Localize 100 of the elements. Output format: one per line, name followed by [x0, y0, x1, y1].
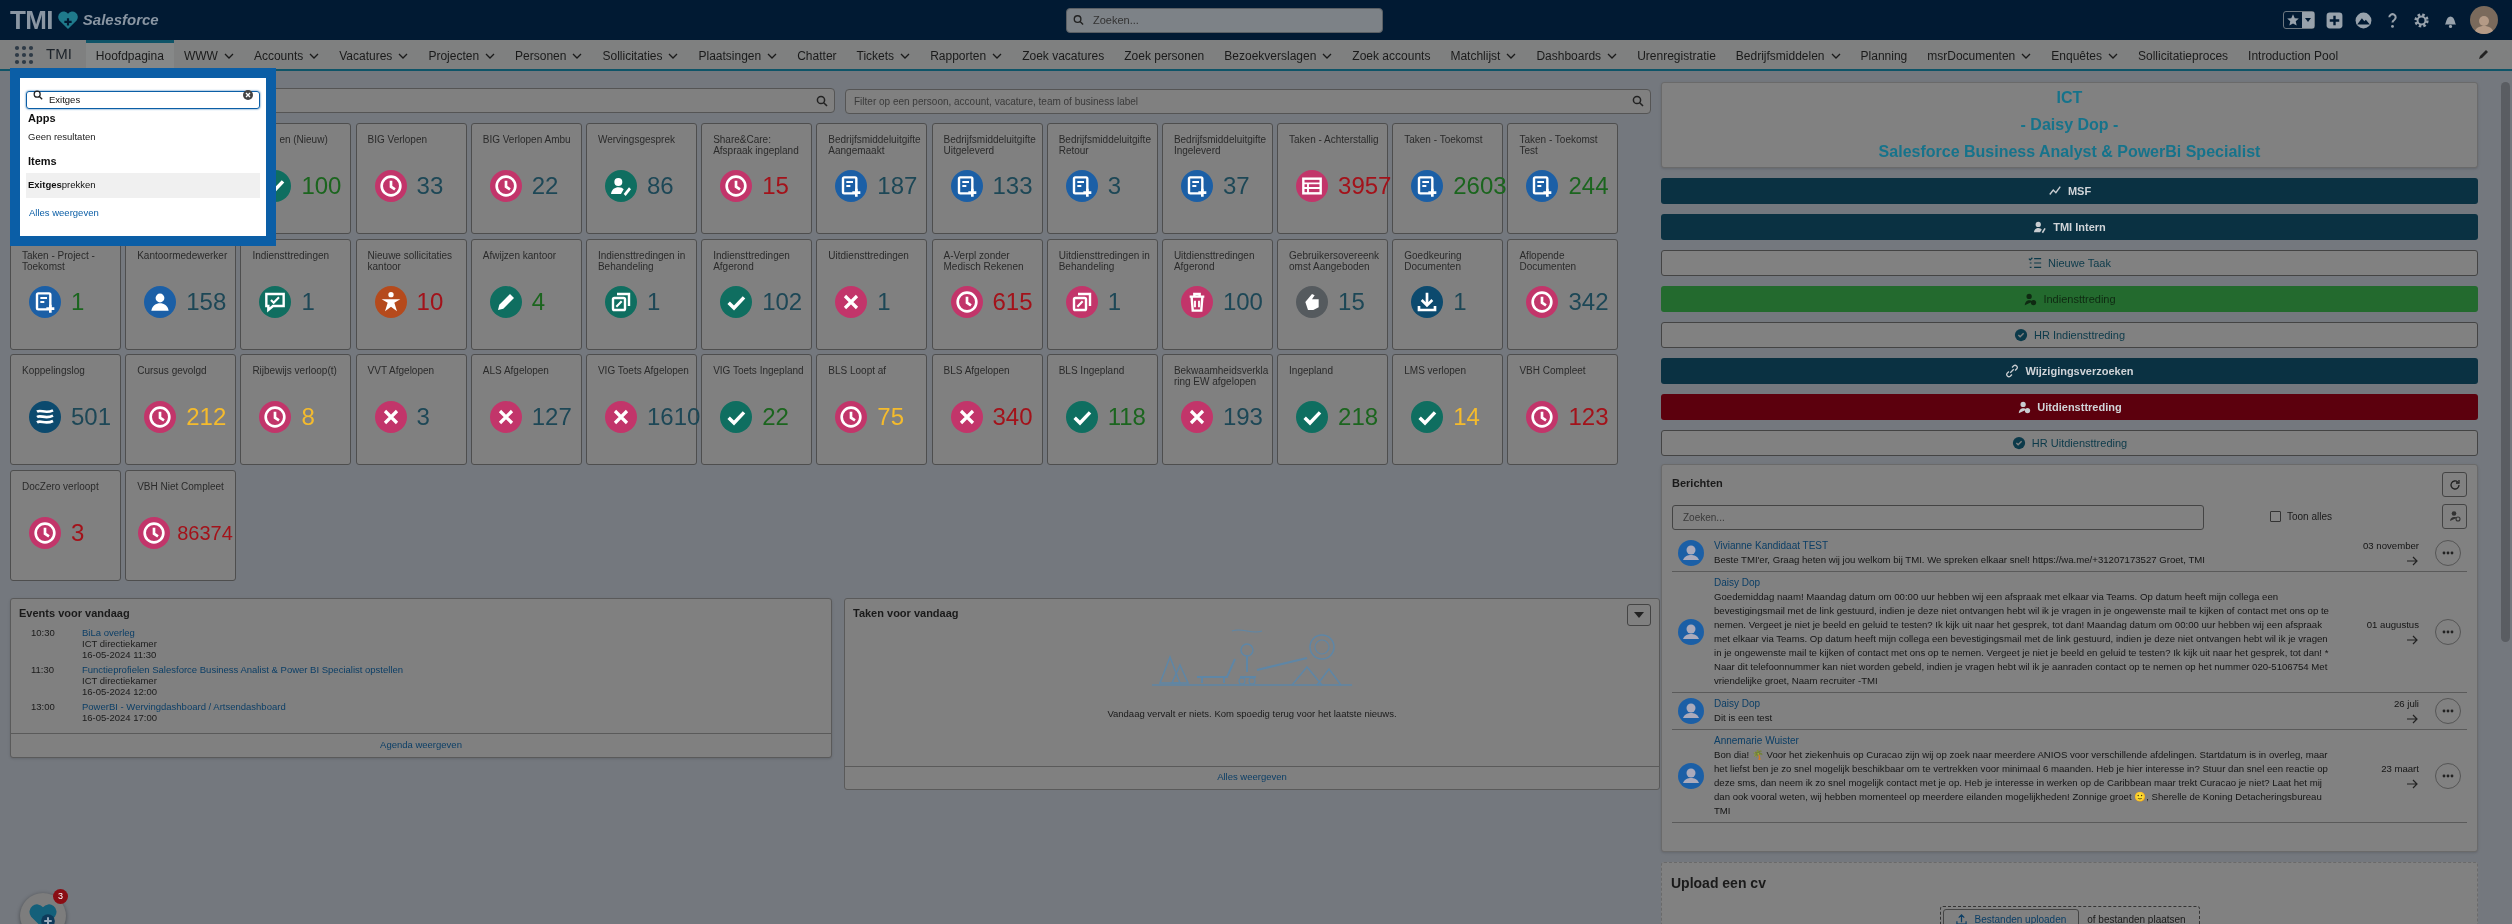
- dashboard-tile[interactable]: BIG Verlopen 33: [355, 123, 467, 234]
- mountain-icon: [2354, 10, 2373, 30]
- dashboard-tile[interactable]: LMS verlopen 14: [1392, 354, 1504, 465]
- nav-tab[interactable]: Planning: [1850, 40, 1918, 69]
- nav-tab[interactable]: Zoek vacatures: [1012, 40, 1115, 69]
- nav-tab[interactable]: Vacatures: [329, 40, 419, 69]
- upload-button[interactable]: Bestanden uploaden: [1942, 909, 2080, 924]
- action-button[interactable]: Nieuwe Taak: [1661, 250, 2478, 276]
- action-button[interactable]: Uitdiensttreding: [1661, 394, 2478, 420]
- nav-tab[interactable]: Sollicitatieproces: [2128, 40, 2239, 69]
- nav-tab[interactable]: Hoofdpagina: [85, 40, 174, 69]
- dashboard-tile[interactable]: BIG Verlopen Ambu 22: [470, 123, 582, 234]
- search-field[interactable]: Exitges: [26, 90, 260, 109]
- sender-link[interactable]: Daisy Dop: [1714, 575, 2339, 590]
- nav-tab[interactable]: Plaatsingen: [688, 40, 788, 69]
- dashboard-tile[interactable]: BLS Ingepland 118: [1046, 354, 1158, 465]
- dashboard-tile[interactable]: Afwijzen kantoor 4: [470, 238, 582, 350]
- nav-tab[interactable]: Tickets: [846, 40, 921, 69]
- nav-tab[interactable]: Zoek personen: [1114, 40, 1215, 69]
- refresh-button[interactable]: [2442, 472, 2467, 497]
- nav-tab[interactable]: Chatter: [787, 40, 847, 69]
- dashboard-tile[interactable]: Indiensttredingen Afgerond 102: [701, 238, 813, 350]
- dashboard-tile[interactable]: Goedkeuring Documenten 1: [1392, 238, 1504, 350]
- nav-tab[interactable]: Matchlijst: [1440, 40, 1527, 69]
- tile-title: BIG Verlopen Ambu: [482, 134, 572, 145]
- search-field[interactable]: Zoeken...: [1672, 504, 2204, 530]
- person-button[interactable]: [2442, 503, 2467, 529]
- tile-title: LMS verlopen: [1404, 365, 1467, 376]
- favorites-button[interactable]: [2283, 11, 2315, 29]
- dashboard-tile[interactable]: Uitdiensttredingen Afgerond 100: [1161, 238, 1273, 350]
- dashboard-tile[interactable]: VBH Compleet 123: [1507, 354, 1619, 465]
- dashboard-tile[interactable]: ALS Afgelopen 127: [470, 354, 582, 465]
- dashboard-tile[interactable]: Indiensttredingen in Behandeling 1: [585, 238, 697, 350]
- action-button[interactable]: MSF: [1661, 178, 2478, 204]
- dashboard-tile[interactable]: BLS Loopt af 75: [816, 354, 928, 465]
- nav-tab[interactable]: Bedrijfsmiddelen: [1725, 40, 1851, 69]
- dashboard-tile[interactable]: VIG Toets Ingepland 22: [701, 354, 813, 465]
- filter-field[interactable]: Filter op een persoon, account, vacature, team of business label: [845, 89, 1651, 114]
- tile-count: 10: [416, 289, 444, 314]
- action-button[interactable]: HR Uitdiensttreding: [1661, 430, 2478, 456]
- dashboard-tile[interactable]: Taken - Toekomst 2603: [1392, 123, 1504, 234]
- dashboard-tile[interactable]: Bekwaamheidsverklaring EW afgelopen 193: [1161, 354, 1273, 465]
- tile-title: Bedrijfsmiddeluitgifte Aangemaakt: [828, 134, 922, 156]
- nav-tab[interactable]: Projecten: [418, 40, 506, 69]
- nav-tab[interactable]: Introduction Pool: [2238, 40, 2349, 69]
- search-result-item[interactable]: Exitgesprekken: [26, 173, 260, 198]
- action-button[interactable]: Indiensttreding: [1661, 286, 2478, 312]
- user-avatar[interactable]: [2470, 6, 2498, 34]
- dashboard-tile[interactable]: Share&Care: Afspraak ingepland 15: [701, 123, 813, 234]
- nav-tab[interactable]: Bezoekverslagen: [1214, 40, 1343, 69]
- dashboard-tile[interactable]: Bedrijfsmiddeluitgifte Retour 3: [1046, 123, 1158, 234]
- agenda-link[interactable]: Agenda weergeven: [380, 738, 462, 753]
- dashboard-tile[interactable]: Koppelingslog 501: [10, 354, 121, 465]
- sender-link[interactable]: Annemarie Wuister: [1714, 733, 2339, 748]
- dashboard-tile[interactable]: Aflopende Documenten 342: [1507, 238, 1619, 350]
- checkbox[interactable]: [2270, 510, 2281, 522]
- dashboard-tile[interactable]: Rijbewijs verloop(t) 8: [240, 354, 352, 465]
- action-button[interactable]: TMI Intern: [1661, 214, 2478, 240]
- dropdown-button[interactable]: [1627, 603, 1651, 626]
- nav-tab[interactable]: Rapporten: [920, 40, 1013, 69]
- nav-tab[interactable]: msrDocumenten: [1917, 40, 2042, 69]
- sender-link[interactable]: Daisy Dop: [1714, 696, 2339, 711]
- event-link[interactable]: BiLa overleg: [82, 627, 157, 638]
- view-all-link[interactable]: Alles weergeven: [1217, 770, 1287, 785]
- nav-tab[interactable]: Enquêtes: [2041, 40, 2128, 69]
- dashboard-tile[interactable]: Bedrijfsmiddeluitgifte Ingeleverd 37: [1161, 123, 1273, 234]
- dashboard-tile[interactable]: Bedrijfsmiddeluitgifte Aangemaakt 187: [816, 123, 928, 234]
- dashboard-tile[interactable]: Taken - Achterstallig 3957: [1277, 123, 1389, 234]
- dashboard-tile[interactable]: Indiensttredingen 1: [240, 238, 352, 350]
- dashboard-tile[interactable]: Bedrijfsmiddeluitgifte Uitgeleverd 133: [931, 123, 1043, 234]
- dashboard-tile[interactable]: Cursus gevolgd 212: [125, 354, 237, 465]
- dashboard-tile[interactable]: Gebruikersovereenkomst Aangeboden 15: [1277, 238, 1389, 350]
- dashboard-tile[interactable]: DocZero verloopt 3: [10, 469, 121, 581]
- edit-nav-button[interactable]: [2478, 48, 2490, 60]
- dashboard-tile[interactable]: VVT Afgelopen 3: [355, 354, 467, 465]
- dashboard-tile[interactable]: VBH Niet Compleet 86374: [125, 469, 237, 581]
- dashboard-tile[interactable]: A-Verpl zonder Medisch Rekenen 615: [931, 238, 1043, 350]
- event-link[interactable]: PowerBI - Wervingdashboard / Artsendashboard: [82, 701, 286, 712]
- dashboard-tile[interactable]: Uitdiensttredingen 1: [816, 238, 928, 350]
- global-search-field[interactable]: Zoeken...: [1066, 7, 1383, 33]
- dashboard-tile[interactable]: Ingepland 218: [1277, 354, 1389, 465]
- mountain-button[interactable]: [2354, 10, 2373, 30]
- nav-tab[interactable]: Personen: [505, 40, 593, 69]
- action-button[interactable]: Wijzigingsverzoeken: [1661, 358, 2478, 384]
- dashboard-tile[interactable]: Taken - Toekomst Test 244: [1507, 123, 1619, 234]
- settings-button[interactable]: [2412, 10, 2431, 30]
- scrollbar[interactable]: [2501, 82, 2510, 642]
- dashboard-tile[interactable]: Nieuwe sollicitaties kantoor 10: [355, 238, 467, 350]
- dashboard-tile[interactable]: BLS Afgelopen 340: [931, 354, 1043, 465]
- sender-link[interactable]: Vivianne Kandidaat TEST: [1714, 538, 2339, 553]
- card-title: Events voor vandaag: [18, 605, 131, 621]
- nav-tab[interactable]: Zoek accounts: [1342, 40, 1441, 69]
- action-button[interactable]: HR Indiensttreding: [1661, 322, 2478, 348]
- nav-tab[interactable]: Dashboards: [1526, 40, 1628, 69]
- nav-tab[interactable]: Urenregistratie: [1627, 40, 1726, 69]
- event-link[interactable]: Functieprofielen Salesforce Business Analist & Power BI Specialist opstellen: [82, 664, 404, 675]
- plus-button[interactable]: [2325, 10, 2344, 30]
- dashboard-tile[interactable]: Uitdiensttredingen in Behandeling 1: [1046, 238, 1158, 350]
- nav-tab[interactable]: Sollicitaties: [592, 40, 689, 69]
- dashboard-tile[interactable]: Wervingsgesprek 86: [585, 123, 697, 234]
